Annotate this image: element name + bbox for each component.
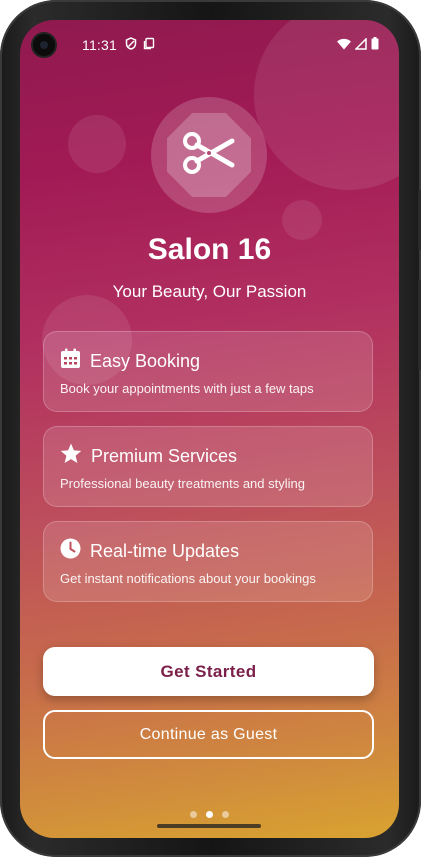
continue-as-guest-button[interactable]: Continue as Guest [43, 710, 374, 759]
feature-title: Easy Booking [90, 350, 201, 371]
feature-title: Premium Services [91, 445, 238, 466]
clipboard-icon [143, 37, 155, 53]
decor-bubble [68, 115, 126, 173]
calendar-icon [60, 348, 81, 374]
phone-frame: 11:31 Salon 16 Your Beauty, Our Passion … [0, 0, 421, 857]
scissors-icon [182, 131, 236, 180]
signal-icon [354, 37, 367, 53]
status-bar: 11:31 [82, 36, 379, 54]
feature-card-premium-services: Premium Services Professional beauty tre… [43, 426, 373, 507]
wifi-icon [337, 37, 351, 53]
gesture-home-bar[interactable] [157, 824, 261, 828]
battery-icon [371, 37, 379, 53]
app-tagline: Your Beauty, Our Passion [112, 282, 307, 301]
feature-description: Get instant notifications about your boo… [60, 571, 316, 586]
feature-title: Real-time Updates [90, 540, 240, 561]
app-logo [151, 97, 267, 213]
star-icon [60, 443, 82, 469]
front-camera [33, 34, 55, 56]
feature-card-realtime-updates: Real-time Updates Get instant notificati… [43, 521, 373, 602]
get-started-button[interactable]: Get Started [43, 647, 374, 696]
feature-card-easy-booking: Easy Booking Book your appointments with… [43, 331, 373, 412]
page-dot-active[interactable] [206, 811, 213, 818]
app-title: Salon 16 [147, 233, 272, 266]
clock-icon [60, 538, 81, 564]
status-time: 11:31 [82, 37, 117, 53]
logo-badge [167, 113, 251, 197]
feature-description: Professional beauty treatments and styli… [60, 476, 305, 491]
page-indicator [20, 811, 399, 818]
welcome-screen: 11:31 Salon 16 Your Beauty, Our Passion … [20, 20, 399, 838]
shield-icon [125, 37, 137, 53]
page-dot[interactable] [190, 811, 197, 818]
feature-description: Book your appointments with just a few t… [60, 381, 314, 396]
page-dot[interactable] [222, 811, 229, 818]
